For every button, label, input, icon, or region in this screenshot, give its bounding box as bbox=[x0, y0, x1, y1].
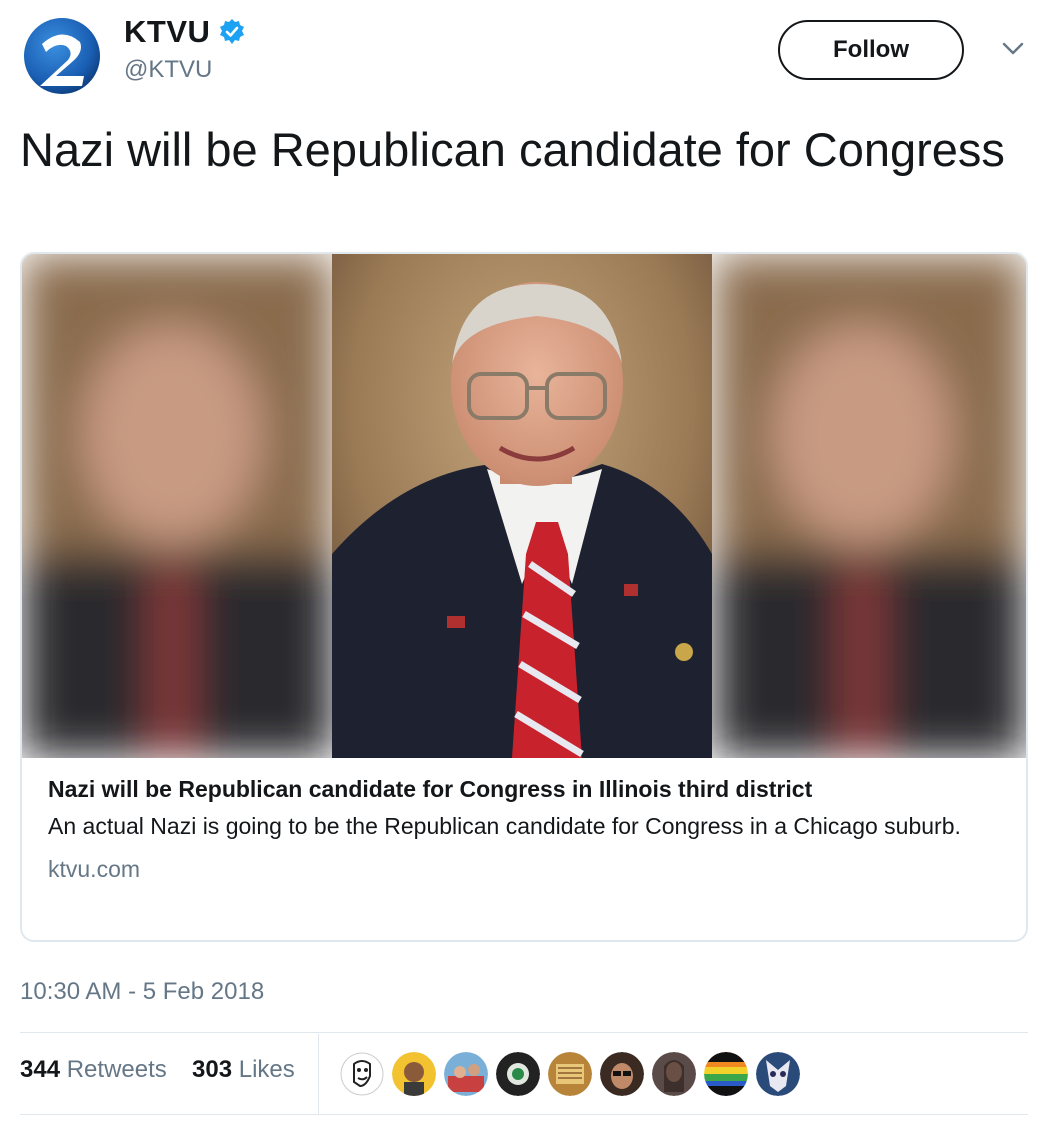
liker-avatar-2[interactable] bbox=[392, 1052, 436, 1096]
display-name[interactable]: KTVU bbox=[124, 14, 210, 50]
retweets-stat[interactable]: 344 Retweets bbox=[20, 1056, 167, 1084]
liker-avatar-6[interactable] bbox=[600, 1052, 644, 1096]
liker-avatar-3[interactable] bbox=[444, 1052, 488, 1096]
chevron-down-icon[interactable] bbox=[1000, 40, 1026, 58]
stats-divider bbox=[318, 1034, 319, 1114]
likes-count: 303 bbox=[192, 1056, 233, 1083]
name-row: KTVU bbox=[124, 14, 246, 50]
liker-avatar-9[interactable] bbox=[756, 1052, 800, 1096]
follow-button[interactable]: Follow bbox=[778, 20, 964, 80]
card-image[interactable] bbox=[22, 254, 1026, 758]
card-description: An actual Nazi is going to be the Republ… bbox=[48, 813, 961, 839]
account-handle[interactable]: @KTVU bbox=[124, 56, 212, 84]
likes-stat[interactable]: 303 Likes bbox=[192, 1056, 295, 1084]
card-title[interactable]: Nazi will be Republican candidate for Co… bbox=[48, 774, 998, 804]
card-domain[interactable]: ktvu.com bbox=[48, 854, 998, 884]
liker-avatar-7[interactable] bbox=[652, 1052, 696, 1096]
verified-badge-icon bbox=[220, 19, 245, 44]
liker-avatars bbox=[340, 1052, 800, 1096]
tweet-header: KTVU @KTVU Follow bbox=[0, 0, 1048, 110]
divider bbox=[20, 1032, 1028, 1033]
card-body: Nazi will be Republican candidate for Co… bbox=[48, 774, 998, 884]
liker-avatar-5[interactable] bbox=[548, 1052, 592, 1096]
portrait-photo bbox=[332, 254, 712, 758]
link-card[interactable]: Nazi will be Republican candidate for Co… bbox=[20, 252, 1028, 942]
retweets-label: Retweets bbox=[66, 1056, 167, 1083]
liker-avatar-1[interactable] bbox=[340, 1052, 384, 1096]
tweet-text: Nazi will be Republican candidate for Co… bbox=[20, 123, 1005, 176]
divider bbox=[20, 1114, 1028, 1115]
liker-avatar-4[interactable] bbox=[496, 1052, 540, 1096]
ktvu-logo-avatar[interactable] bbox=[22, 16, 102, 96]
liker-avatar-8[interactable] bbox=[704, 1052, 748, 1096]
retweets-count: 344 bbox=[20, 1056, 61, 1083]
likes-label: Likes bbox=[238, 1056, 295, 1083]
tweet-timestamp[interactable]: 10:30 AM - 5 Feb 2018 bbox=[20, 978, 264, 1006]
